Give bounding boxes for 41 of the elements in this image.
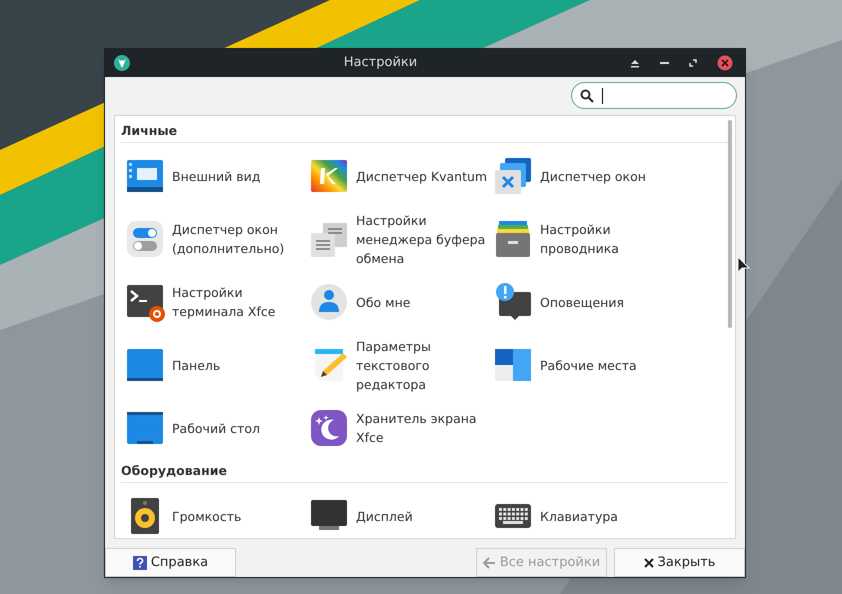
shade-icon[interactable]	[630, 58, 640, 68]
settings-item-label[interactable]: Диспетчер окон (дополнительно)	[172, 220, 284, 258]
settings-item-label[interactable]: Внешний вид	[172, 166, 260, 186]
settings-item-label[interactable]: Обо мне	[356, 292, 410, 312]
help-icon	[132, 556, 147, 570]
search-field[interactable]	[571, 82, 737, 109]
settings-item-label[interactable]: Диспетчер окон	[540, 166, 646, 186]
settings-item-label[interactable]: Параметры текстового редактора	[356, 336, 431, 394]
settings-item-label[interactable]: Диспетчер Kvantum	[356, 166, 488, 186]
app-logo-icon	[113, 54, 131, 72]
settings-item-label[interactable]: Громкость	[172, 506, 242, 526]
settings-item-label[interactable]: Дисплей	[356, 506, 413, 526]
settings-item-label[interactable]: Панель	[172, 356, 220, 375]
settings-item-label[interactable]: Оповещения	[540, 292, 624, 312]
settings-item-label[interactable]: Рабочие места	[540, 356, 637, 375]
close-icon	[644, 558, 654, 568]
settings-item-label[interactable]: Клавиатура	[540, 506, 618, 526]
maximize-icon[interactable]	[689, 59, 697, 67]
scrollbar[interactable]	[728, 120, 732, 328]
minimize-icon[interactable]	[660, 62, 669, 64]
file-drawer-icon	[493, 219, 533, 260]
settings-item-label[interactable]: Настройки проводника	[540, 220, 619, 258]
settings-item-label[interactable]: Настройки терминала Xfce	[172, 283, 276, 322]
section-header: Оборудование	[121, 462, 728, 482]
toggle-switches-icon	[125, 219, 165, 260]
text-cursor	[602, 88, 603, 104]
close-icon[interactable]	[717, 55, 733, 71]
window-title: Настройки	[342, 54, 418, 72]
settings-item-label[interactable]: Рабочий стол	[172, 418, 260, 438]
user-icon	[309, 282, 349, 322]
back-arrow-icon	[482, 556, 496, 568]
dialog-button[interactable]: Справка	[105, 548, 236, 577]
settings-item-label[interactable]: Хранитель экрана Xfce	[356, 409, 477, 448]
windows-close-icon	[493, 156, 533, 196]
dialog-button[interactable]: Закрыть	[614, 548, 745, 577]
search-icon	[580, 88, 594, 102]
terminal-gear-icon	[125, 282, 165, 322]
section-header: Личные	[121, 122, 728, 143]
settings-item-label[interactable]: Настройки менеджера буфера обмена	[356, 210, 486, 268]
notification-icon	[493, 282, 533, 322]
moon-stars-icon	[309, 408, 349, 448]
